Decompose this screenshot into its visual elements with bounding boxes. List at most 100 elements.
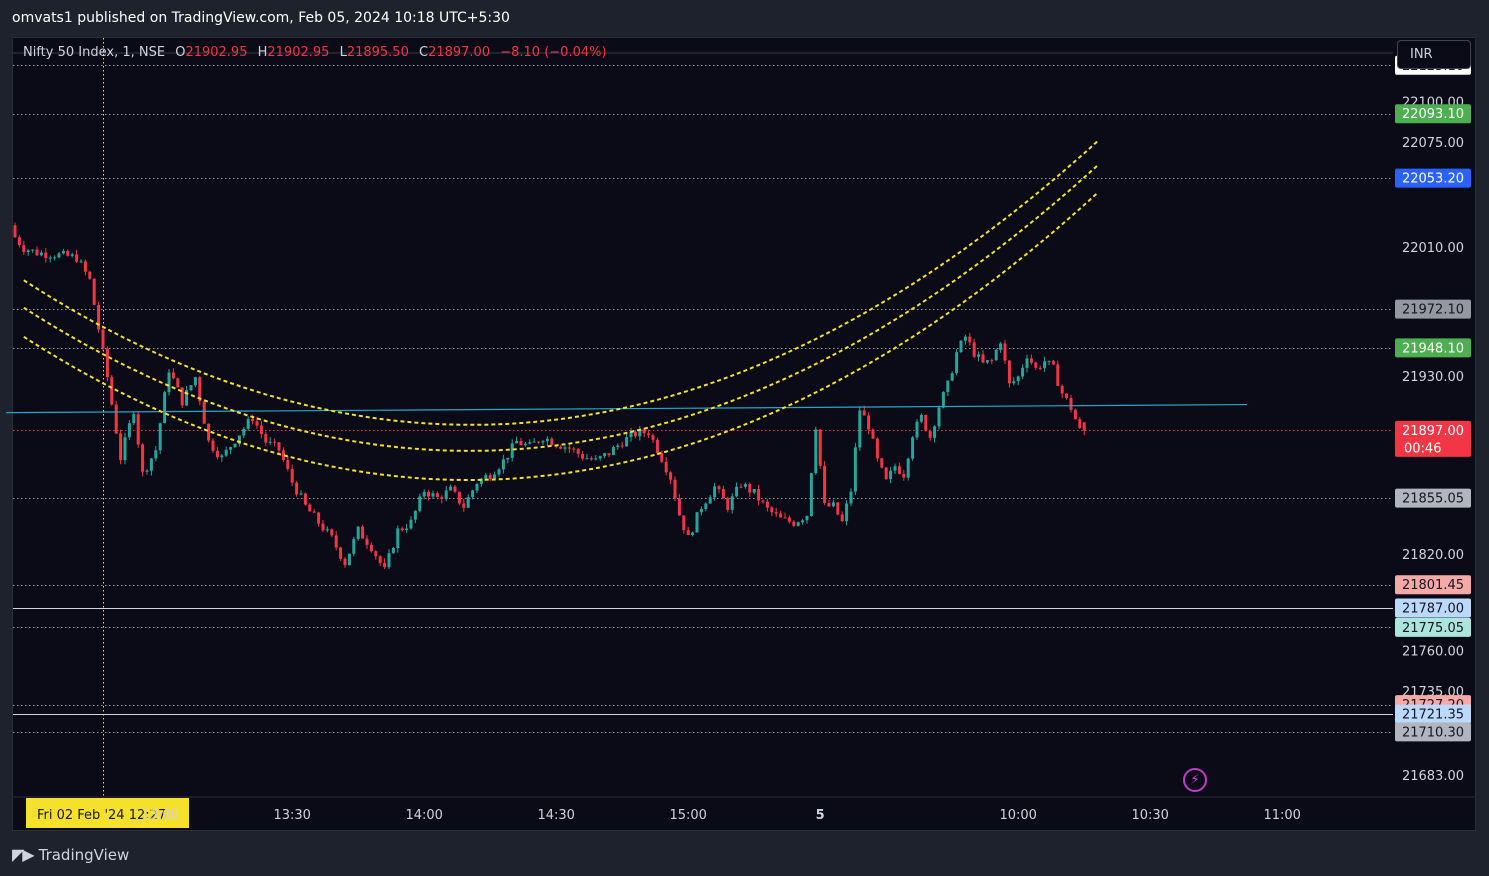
- candle-body: [823, 465, 827, 504]
- candle-body: [39, 252, 43, 256]
- candle-body: [268, 441, 272, 443]
- candle-body: [413, 510, 417, 520]
- candle-body: [202, 401, 206, 424]
- ohlc-legend: Nifty 50 Index, 1, NSE O21902.95 H21902.…: [23, 45, 607, 60]
- candle-body: [457, 491, 461, 504]
- candle-body: [220, 455, 224, 458]
- y-tick-label: 21760.00: [1402, 645, 1464, 660]
- candle-body: [765, 501, 769, 508]
- candle-body: [233, 443, 237, 448]
- candle-body: [255, 421, 259, 426]
- candle-body: [422, 491, 426, 497]
- candle-body: [1012, 381, 1016, 384]
- candle-body: [132, 414, 136, 424]
- candle-body: [330, 529, 334, 536]
- candle-body: [510, 443, 514, 458]
- candle-body: [699, 508, 703, 513]
- candle-body: [273, 441, 277, 443]
- open-value: 21902.95: [185, 45, 248, 60]
- candle-body: [193, 377, 197, 386]
- candle-body: [105, 348, 109, 378]
- candle-body: [616, 445, 620, 448]
- candle-body: [545, 438, 549, 442]
- lightning-icon[interactable]: ⚡: [1183, 768, 1207, 792]
- change-value: −8.10 (−0.04%): [500, 45, 607, 60]
- candle-body: [994, 349, 998, 361]
- candle-body: [488, 475, 492, 479]
- candle-body: [70, 254, 74, 256]
- candle-body: [620, 445, 624, 447]
- candle-body: [739, 486, 743, 488]
- x-tick-label: 10:00: [999, 808, 1036, 823]
- candle-body: [625, 437, 629, 447]
- candle-body: [519, 441, 523, 446]
- candle-body: [924, 414, 928, 431]
- candle-body: [149, 458, 153, 471]
- candle-body: [801, 520, 805, 523]
- candle-body: [466, 497, 470, 508]
- candle-body: [418, 496, 422, 511]
- candle-body: [691, 532, 695, 536]
- y-tick-label: 22075.00: [1402, 136, 1464, 151]
- candle-body: [176, 378, 180, 388]
- candle-body: [158, 423, 162, 451]
- candle-body: [343, 558, 347, 566]
- candle-body: [1073, 409, 1077, 420]
- candle-body: [682, 515, 686, 531]
- candle-body: [35, 249, 39, 256]
- candle-body: [141, 444, 145, 472]
- candle-body: [827, 503, 831, 507]
- candle-body: [871, 429, 875, 439]
- candle-body: [845, 503, 849, 522]
- candle-body: [818, 429, 822, 466]
- candle-body: [189, 385, 193, 391]
- close-label: C: [418, 45, 429, 60]
- candle-body: [1029, 358, 1033, 363]
- candle-body: [1047, 360, 1051, 362]
- curve-channel-2: [23, 192, 1099, 481]
- candle-body: [717, 486, 721, 490]
- candle-body: [440, 497, 444, 500]
- candle-body: [286, 460, 290, 469]
- candle-body: [444, 490, 448, 500]
- candle-body: [123, 437, 127, 461]
- candle-body: [1021, 367, 1025, 377]
- x-tick-label: 11:00: [1263, 808, 1300, 823]
- candle-body: [581, 453, 585, 459]
- candle-body: [858, 410, 862, 448]
- candle-body: [383, 562, 387, 568]
- y-tick-label: 21683.00: [1402, 769, 1464, 784]
- candle-body: [563, 447, 567, 449]
- candle-body: [387, 553, 391, 568]
- candle-body: [396, 528, 400, 549]
- candle-body: [101, 329, 105, 349]
- candle-body: [550, 438, 554, 446]
- candle-body: [22, 245, 26, 253]
- candle-body: [814, 429, 818, 474]
- y-tick-label: 21820.00: [1402, 548, 1464, 563]
- candle-body: [475, 483, 479, 491]
- countdown-label: 00:46: [1404, 441, 1441, 456]
- candle-body: [88, 271, 92, 279]
- symbol-name: Nifty 50 Index, 1, NSE: [23, 45, 166, 60]
- candle-body: [171, 372, 175, 379]
- candle-body: [224, 449, 228, 456]
- price-label: 21721.35: [1402, 708, 1464, 723]
- high-value: 21902.95: [267, 45, 330, 60]
- candle-body: [369, 544, 373, 552]
- candle-body: [449, 486, 453, 491]
- candlestick-chart[interactable]: 22100.0022075.0022010.0021930.0021855.00…: [0, 0, 1489, 876]
- candle-body: [1060, 385, 1064, 394]
- candle-body: [884, 467, 888, 480]
- candle-body: [752, 489, 756, 493]
- candle-body: [339, 547, 343, 559]
- candle-body: [677, 498, 681, 516]
- candle-body: [985, 360, 989, 363]
- candle-body: [506, 457, 510, 460]
- price-label: 21775.05: [1402, 621, 1464, 636]
- candle-body: [651, 435, 655, 440]
- candle-body: [783, 517, 787, 519]
- candle-body: [61, 250, 65, 254]
- currency-button[interactable]: INR: [1397, 40, 1471, 69]
- candle-body: [889, 470, 893, 480]
